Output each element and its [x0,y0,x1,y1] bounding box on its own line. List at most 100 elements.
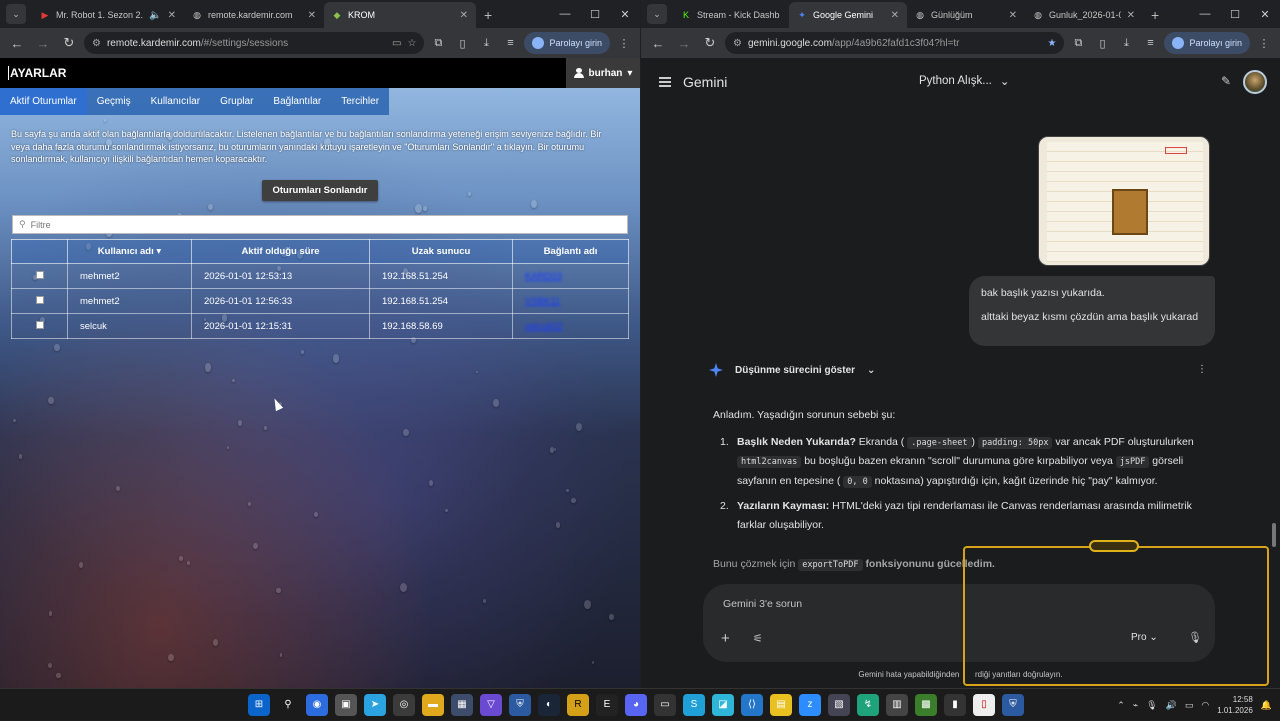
tab-users[interactable]: Kullanıcılar [140,88,211,115]
tab-kick[interactable]: K Stream - Kick Dashb [673,2,789,28]
app-icon[interactable]: ↯ [857,693,879,716]
app-icon[interactable]: ▥ [886,693,908,716]
wifi-icon[interactable]: ◠ [1201,700,1209,711]
end-sessions-button[interactable]: Oturumları Sonlandır [262,180,378,201]
prompt-input[interactable]: Gemini 3'e sorun [723,598,802,610]
new-chat-icon[interactable]: ✎ [1221,74,1231,88]
row-checkbox[interactable] [35,270,44,279]
telegram-icon[interactable]: ➤ [364,693,386,716]
vscode-icon[interactable]: ⟨⟩ [741,693,763,716]
close-tab-icon[interactable]: ✕ [308,10,316,21]
user-menu[interactable]: burhan ▾ [566,58,640,88]
tab-connections[interactable]: Bağlantılar [263,88,332,115]
column-header-remote-host[interactable]: Uzak sunucu [369,239,513,264]
app-icon[interactable]: ◉ [306,693,328,716]
row-checkbox[interactable] [35,295,44,304]
tab-active-sessions[interactable]: Aktif Oturumlar [0,88,87,115]
speaker-icon[interactable]: 🔈 [149,10,161,21]
app-icon[interactable]: R [567,693,589,716]
app-icon[interactable]: ▦ [451,693,473,716]
menu-icon[interactable]: ⋮ [614,37,634,50]
tab-history[interactable]: Geçmiş [86,88,141,115]
close-tab-icon[interactable]: ✕ [168,10,176,21]
tab-search-button[interactable]: ⌄ [6,4,26,24]
new-tab-button[interactable]: + [476,7,500,28]
connection-link[interactable]: VSBK11 [525,296,560,307]
volume-icon[interactable]: 🔊 [1166,700,1177,711]
tab-krom[interactable]: ◆ KROM ✕ [324,2,476,28]
app-icon[interactable]: ◪ [712,693,734,716]
close-tab-icon[interactable]: ✕ [1127,10,1135,21]
media-icon[interactable]: ≡ [500,37,520,49]
filter-input[interactable] [30,219,627,230]
chrome-icon[interactable]: ◎ [393,693,415,716]
close-window-icon[interactable]: ✕ [610,8,640,21]
tab-groups[interactable]: Gruplar [210,88,264,115]
back-icon[interactable]: ← [6,36,28,51]
app-icon[interactable]: ▧ [828,693,850,716]
extensions-icon[interactable]: ⧉ [1068,37,1088,50]
download-icon[interactable]: ⤓ [476,37,496,50]
minecraft-icon[interactable]: ▩ [915,693,937,716]
menu-icon[interactable]: ⋮ [1254,37,1274,50]
folder-icon[interactable]: ▬ [422,693,444,716]
column-header-active-since[interactable]: Aktif olduğu süre [191,239,370,264]
close-tab-icon[interactable]: ✕ [460,10,468,21]
chevron-up-icon[interactable]: ⌃ [1117,700,1125,711]
maximize-icon[interactable]: ☐ [1220,8,1250,21]
password-button[interactable]: Parolayı girin [524,32,610,54]
app-icon[interactable]: ▮ [944,693,966,716]
tab-gemini[interactable]: ✦ Google Gemini ✕ [789,2,907,28]
forward-icon[interactable]: → [32,36,54,51]
app-icon[interactable]: ▣ [335,693,357,716]
close-tab-icon[interactable]: ✕ [891,10,899,21]
bookmark-star-icon[interactable]: ★ [1048,38,1057,49]
scrollbar[interactable] [1272,523,1276,547]
more-options-icon[interactable]: ⋮ [1197,364,1207,375]
reload-icon[interactable]: ↻ [58,35,80,51]
prompt-box[interactable]: Gemini 3'e sorun + ⚟ Pro ⌄ 🎙 [703,584,1215,662]
hamburger-menu-icon[interactable] [659,75,671,89]
vpn-icon[interactable]: ⛨ [1002,693,1024,716]
address-bar[interactable]: ⚙ remote.kardemir.com/#/settings/session… [84,32,425,54]
maximize-icon[interactable]: ☐ [580,8,610,21]
terminal-icon[interactable]: ▭ [654,693,676,716]
bookmark-star-icon[interactable]: ☆ [408,38,417,49]
media-icon[interactable]: ≡ [1140,37,1160,49]
tab-search-button[interactable]: ⌄ [647,4,667,24]
column-header-username[interactable]: Kullanıcı adı ▾ [67,239,192,264]
tab-remote-kardemir[interactable]: ◍ remote.kardemir.com ✕ [184,2,324,28]
mic-icon[interactable]: 🎙 [1146,700,1157,711]
tab-gunluk-file[interactable]: ◍ Gunluk_2026-01-01 ✕ [1025,2,1143,28]
address-bar[interactable]: ⚙ gemini.google.com/app/4a9b62fafd1c3f04… [725,32,1065,54]
shield-icon[interactable]: ⛨ [509,693,531,716]
tools-icon[interactable]: ⚟ [753,632,763,645]
avatar[interactable] [1243,70,1267,94]
file-icon[interactable]: ▯ [973,693,995,716]
cast-icon[interactable]: ▭ [392,38,401,49]
steam-icon[interactable]: ◐ [538,693,560,716]
filter-field[interactable]: ⚲ [12,215,628,234]
search-icon[interactable]: ⚲ [277,694,299,716]
model-selector[interactable]: Pro ⌄ [1131,632,1158,643]
clock[interactable]: 12:58 1.01.2026 [1217,694,1253,716]
sidebar-icon[interactable]: ▯ [1092,37,1112,50]
password-button[interactable]: Parolayı girin [1164,32,1250,54]
row-checkbox[interactable] [35,320,44,329]
extensions-icon[interactable]: ⧉ [428,37,448,50]
new-tab-button[interactable]: + [1143,7,1167,28]
conversation-title-button[interactable]: Python Alışk... ⌄ [919,74,1010,88]
tab-mr-robot[interactable]: ▶ Mr. Robot 1. Sezon 2. Bölü 🔈 ✕ [32,2,184,28]
forward-icon[interactable]: → [673,36,695,51]
epic-games-icon[interactable]: E [596,693,618,716]
network-icon[interactable]: ⌁ [1133,700,1138,711]
discord-icon[interactable]: ◕ [625,693,647,716]
connection-link[interactable]: selcuk02 [525,321,563,332]
site-info-icon[interactable]: ⚙ [733,38,742,49]
zoom-icon[interactable]: z [799,693,821,716]
tab-gunlugum[interactable]: ◍ Günlüğüm ✕ [907,2,1025,28]
tab-preferences[interactable]: Tercihler [331,88,390,115]
skype-icon[interactable]: S [683,693,705,716]
site-info-icon[interactable]: ⚙ [92,38,101,49]
reload-icon[interactable]: ↻ [699,35,721,51]
